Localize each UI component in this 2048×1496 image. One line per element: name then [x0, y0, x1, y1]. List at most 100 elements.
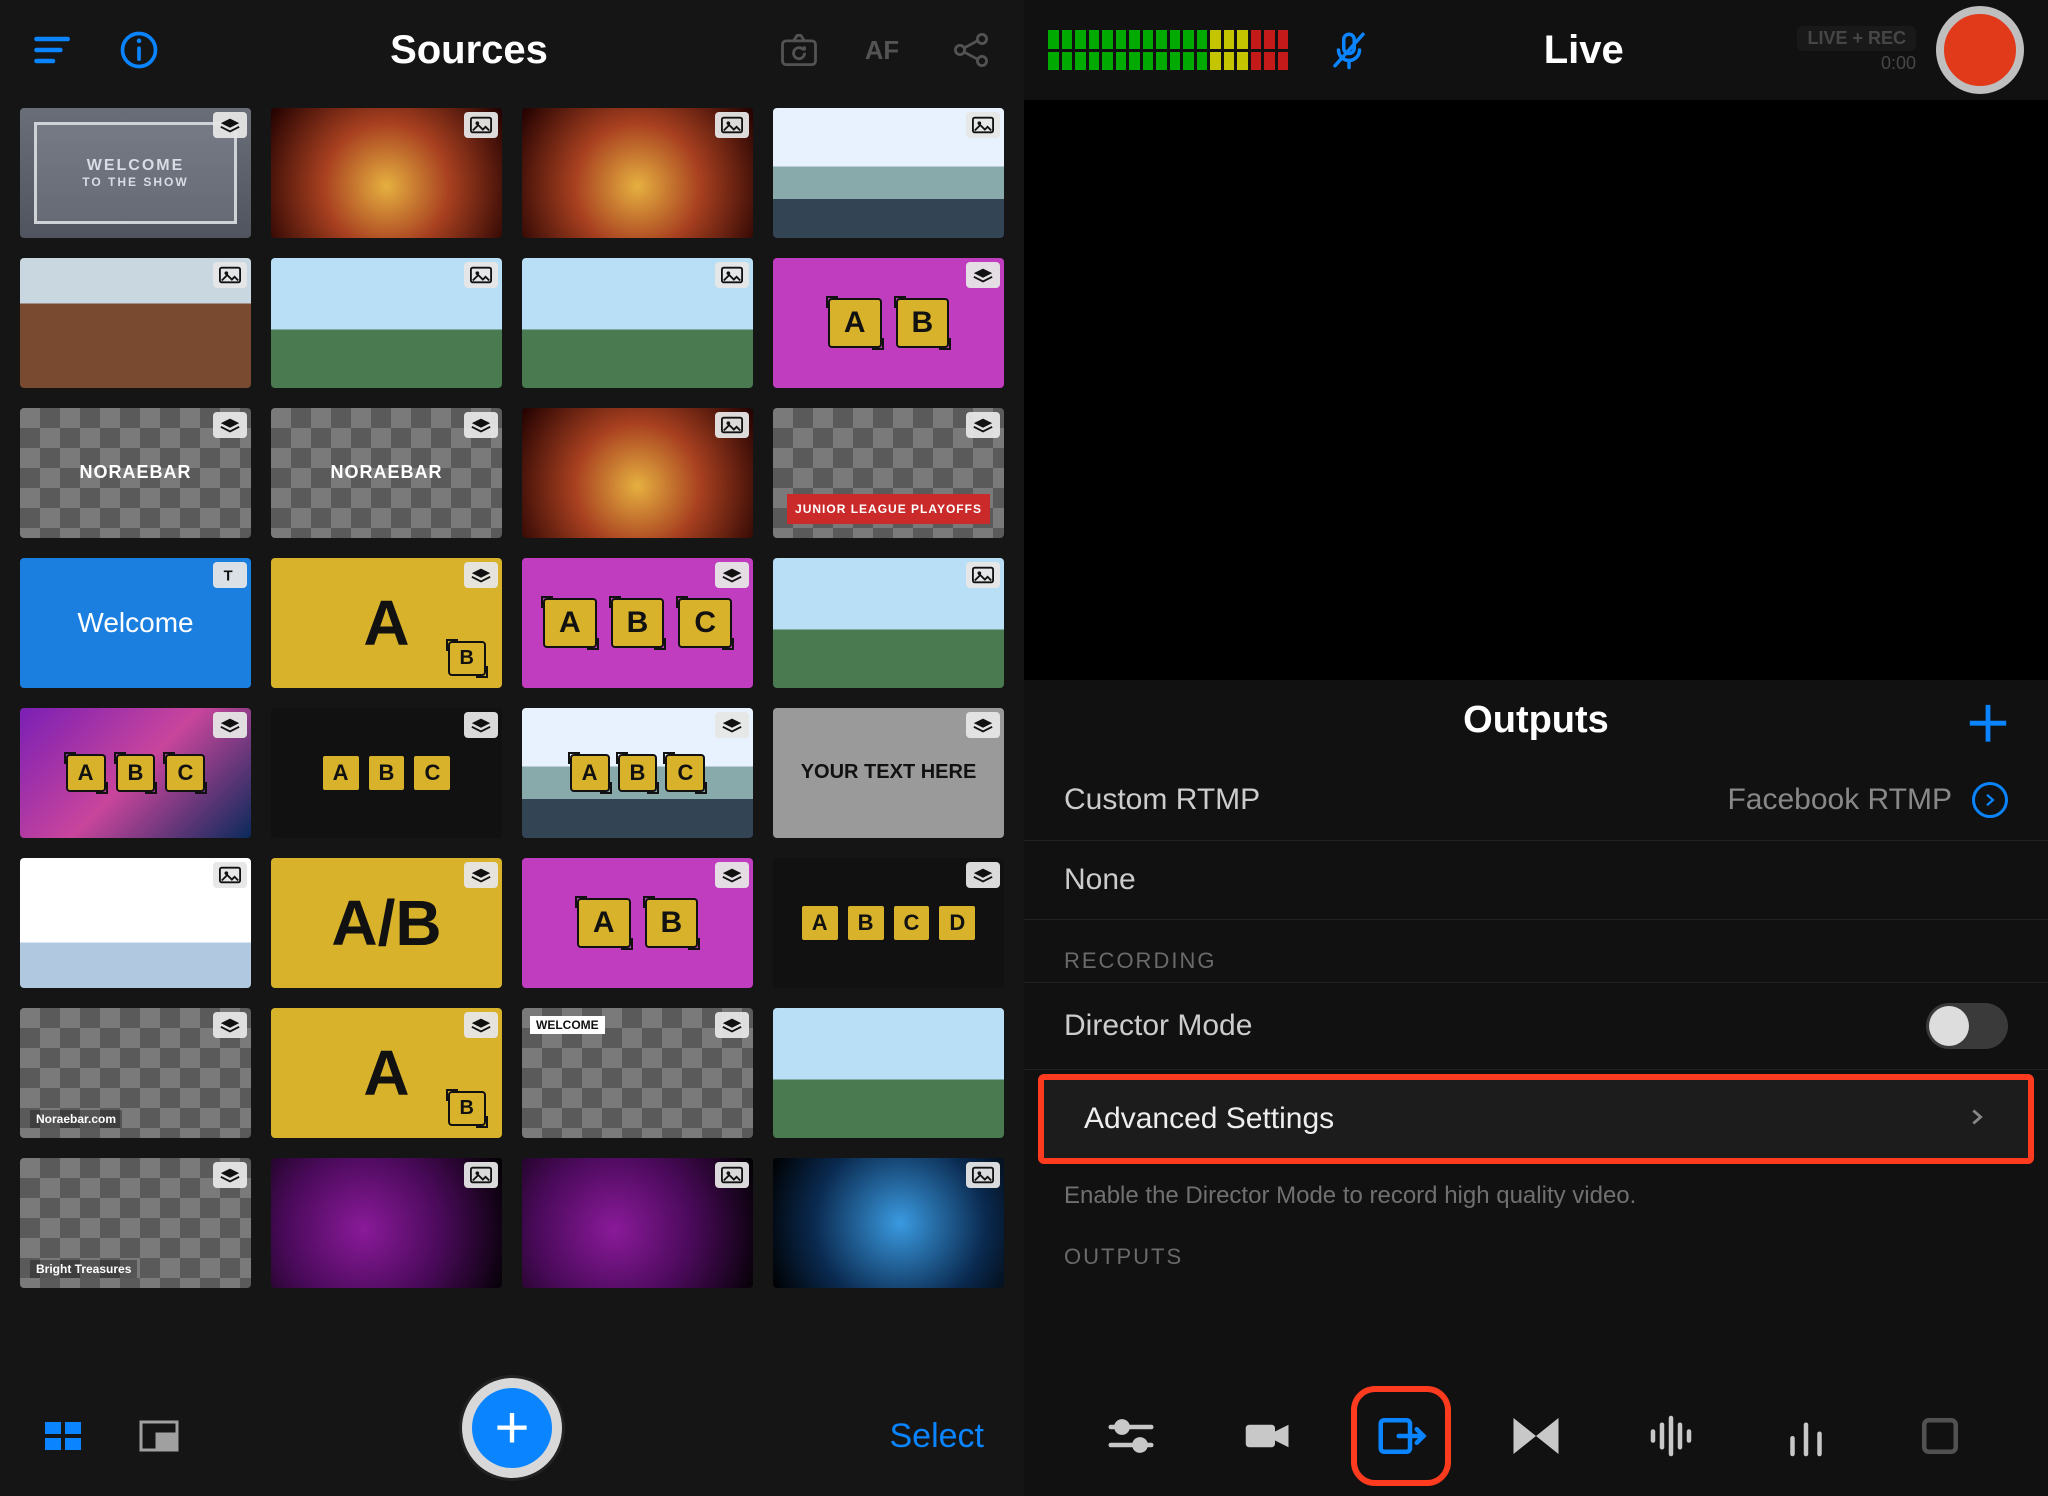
- select-button[interactable]: Select: [890, 1417, 985, 1456]
- overflow-icon[interactable]: [1910, 1406, 1970, 1466]
- advanced-settings-highlight: Advanced Settings: [1038, 1074, 2034, 1164]
- thumb-badge-layers-icon: [715, 862, 749, 888]
- thumb-badge-image-icon: [715, 1162, 749, 1188]
- live-rec-time: 0:00: [1881, 53, 1916, 74]
- section-recording-label: RECORDING: [1024, 920, 2048, 982]
- thumb-badge-layers-icon: [715, 562, 749, 588]
- source-thumbnail[interactable]: AB: [271, 1008, 502, 1138]
- section-outputs-label: OUTPUTS: [1024, 1216, 2048, 1278]
- thumb-badge-layers-icon: [715, 712, 749, 738]
- director-mode-row: Director Mode: [1024, 982, 2048, 1070]
- source-thumbnail[interactable]: NORAEBAR: [20, 408, 251, 538]
- source-thumbnail[interactable]: Noraebar.com: [20, 1008, 251, 1138]
- source-thumbnail[interactable]: [522, 408, 753, 538]
- thumb-badge-image-icon: [464, 262, 498, 288]
- source-thumbnail[interactable]: ABC: [522, 558, 753, 688]
- grid-view-icon[interactable]: [40, 1413, 86, 1459]
- source-thumbnail[interactable]: [773, 1008, 1004, 1138]
- thumb-badge-layers-icon: [213, 412, 247, 438]
- thumb-badge-layers-icon: [213, 112, 247, 138]
- camera-icon[interactable]: [1236, 1406, 1296, 1466]
- layout-view-icon[interactable]: [136, 1413, 182, 1459]
- output-row-value: Facebook RTMP: [1727, 783, 1952, 817]
- thumb-badge-image-icon: [715, 412, 749, 438]
- source-thumbnail[interactable]: ABC: [20, 708, 251, 838]
- thumb-badge-layers-icon: [213, 712, 247, 738]
- advanced-settings-label: Advanced Settings: [1084, 1102, 1334, 1136]
- source-thumbnail[interactable]: [271, 258, 502, 388]
- source-thumbnail[interactable]: WELCOMETO THE SHOW: [20, 108, 251, 238]
- thumb-badge-text-icon: T: [213, 562, 247, 588]
- thumb-badge-layers-icon: [213, 1012, 247, 1038]
- camera-flip-icon[interactable]: [776, 27, 822, 73]
- thumb-badge-layers-icon: [464, 712, 498, 738]
- output-row-custom-rtmp[interactable]: Custom RTMP Facebook RTMP: [1024, 760, 2048, 841]
- thumb-badge-image-icon: [464, 1162, 498, 1188]
- thumb-badge-layers-icon: [464, 562, 498, 588]
- audio-icon[interactable]: [1641, 1406, 1701, 1466]
- director-mode-label: Director Mode: [1064, 1009, 1252, 1043]
- thumb-badge-layers-icon: [464, 412, 498, 438]
- thumb-badge-layers-icon: [966, 262, 1000, 288]
- source-thumbnail[interactable]: ABC: [271, 708, 502, 838]
- outputs-tab-icon[interactable]: [1371, 1406, 1431, 1466]
- svg-text:AF: AF: [865, 37, 899, 65]
- live-rec-badge: LIVE + REC: [1797, 26, 1916, 51]
- audio-level-meter: [1048, 30, 1288, 70]
- source-thumbnail[interactable]: [271, 1158, 502, 1288]
- thumb-badge-layers-icon: [966, 862, 1000, 888]
- source-thumbnail[interactable]: ABC: [522, 708, 753, 838]
- thumb-badge-layers-icon: [464, 1012, 498, 1038]
- source-thumbnail[interactable]: AB: [271, 558, 502, 688]
- stats-icon[interactable]: [1776, 1406, 1836, 1466]
- info-icon[interactable]: [116, 27, 162, 73]
- source-thumbnail[interactable]: [20, 858, 251, 988]
- transitions-icon[interactable]: [1506, 1406, 1566, 1466]
- thumb-badge-image-icon: [213, 262, 247, 288]
- page-title-live: Live: [1370, 28, 1797, 73]
- mixer-icon[interactable]: [1101, 1406, 1161, 1466]
- source-thumbnail[interactable]: WelcomeT: [20, 558, 251, 688]
- chevron-right-icon: [1966, 1102, 1988, 1136]
- page-title-sources: Sources: [162, 28, 776, 73]
- thumb-badge-image-icon: [213, 862, 247, 888]
- source-thumbnail[interactable]: JUNIOR LEAGUE PLAYOFFS: [773, 408, 1004, 538]
- source-thumbnail[interactable]: ABCD: [773, 858, 1004, 988]
- source-thumbnail[interactable]: YOUR TEXT HERE: [773, 708, 1004, 838]
- source-thumbnail[interactable]: AB: [522, 858, 753, 988]
- menu-icon[interactable]: [30, 27, 76, 73]
- source-thumbnail[interactable]: WELCOME: [522, 1008, 753, 1138]
- add-source-button[interactable]: +: [462, 1378, 562, 1478]
- output-row-label: Custom RTMP: [1064, 783, 1260, 817]
- autofocus-icon[interactable]: AF: [862, 27, 908, 73]
- source-thumbnail[interactable]: [20, 258, 251, 388]
- source-thumbnail[interactable]: [522, 1158, 753, 1288]
- advanced-settings-row[interactable]: Advanced Settings: [1044, 1080, 2028, 1158]
- source-thumbnail[interactable]: [773, 558, 1004, 688]
- source-thumbnail[interactable]: NORAEBAR: [271, 408, 502, 538]
- output-row-label: None: [1064, 863, 1136, 897]
- source-thumbnail[interactable]: A/B: [271, 858, 502, 988]
- source-thumbnail[interactable]: Bright Treasures: [20, 1158, 251, 1288]
- source-thumbnail[interactable]: [773, 1158, 1004, 1288]
- share-icon[interactable]: [948, 27, 994, 73]
- thumb-badge-image-icon: [715, 112, 749, 138]
- source-thumbnail[interactable]: [522, 258, 753, 388]
- source-thumbnail[interactable]: [271, 108, 502, 238]
- source-thumbnail[interactable]: AB: [773, 258, 1004, 388]
- svg-text:T: T: [224, 568, 233, 584]
- chevron-right-icon: [1972, 782, 2008, 818]
- output-row-none[interactable]: None: [1024, 841, 2048, 920]
- record-button[interactable]: [1936, 6, 2024, 94]
- director-mode-toggle[interactable]: [1926, 1003, 2008, 1049]
- thumb-badge-image-icon: [715, 262, 749, 288]
- mic-mute-icon[interactable]: [1328, 29, 1370, 71]
- thumb-badge-layers-icon: [464, 862, 498, 888]
- thumb-badge-image-icon: [464, 112, 498, 138]
- thumb-badge-layers-icon: [966, 412, 1000, 438]
- source-thumbnail[interactable]: [522, 108, 753, 238]
- outputs-heading: Outputs: [1463, 699, 1609, 742]
- source-thumbnail[interactable]: [773, 108, 1004, 238]
- thumb-badge-image-icon: [966, 1162, 1000, 1188]
- add-output-button[interactable]: ＋: [1964, 685, 2012, 755]
